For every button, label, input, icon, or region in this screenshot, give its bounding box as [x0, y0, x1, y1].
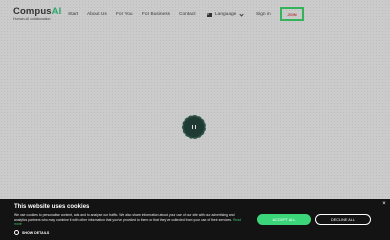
nav-item-about-us[interactable]: About Us: [87, 12, 107, 18]
accept-all-button[interactable]: ACCEPT ALL: [257, 214, 311, 225]
sign-in-link[interactable]: Sign in: [256, 12, 271, 18]
cookie-text: We use cookies to personalise content, a…: [14, 213, 246, 227]
main-nav: Start About Us For You For Business Cont…: [0, 11, 390, 20]
nav-item-contact[interactable]: Contact: [179, 12, 196, 18]
loading-spinner: [182, 115, 206, 139]
loader-ring: [182, 115, 206, 139]
site-header: CompusAI Human-AI collaboration Start Ab…: [0, 0, 390, 28]
cookie-body: We use cookies to personalise content, a…: [14, 213, 235, 222]
gear-icon: [14, 230, 19, 235]
language-selector[interactable]: Language: [207, 11, 244, 18]
cookie-title: This website uses cookies: [14, 204, 90, 210]
show-details-label: SHOW DETAILS: [22, 230, 50, 235]
flag-icon: [207, 13, 212, 17]
nav-item-start[interactable]: Start: [68, 12, 78, 18]
join-button[interactable]: JOIN: [280, 7, 304, 21]
nav-item-for-you[interactable]: For You: [116, 12, 133, 18]
nav-item-for-business[interactable]: For Business: [142, 12, 170, 18]
language-label: Language: [215, 12, 237, 17]
decline-all-button[interactable]: DECLINE ALL: [315, 214, 371, 225]
show-details-toggle[interactable]: SHOW DETAILS: [14, 230, 49, 235]
close-icon[interactable]: ×: [381, 201, 387, 207]
chevron-down-icon: [239, 11, 244, 17]
